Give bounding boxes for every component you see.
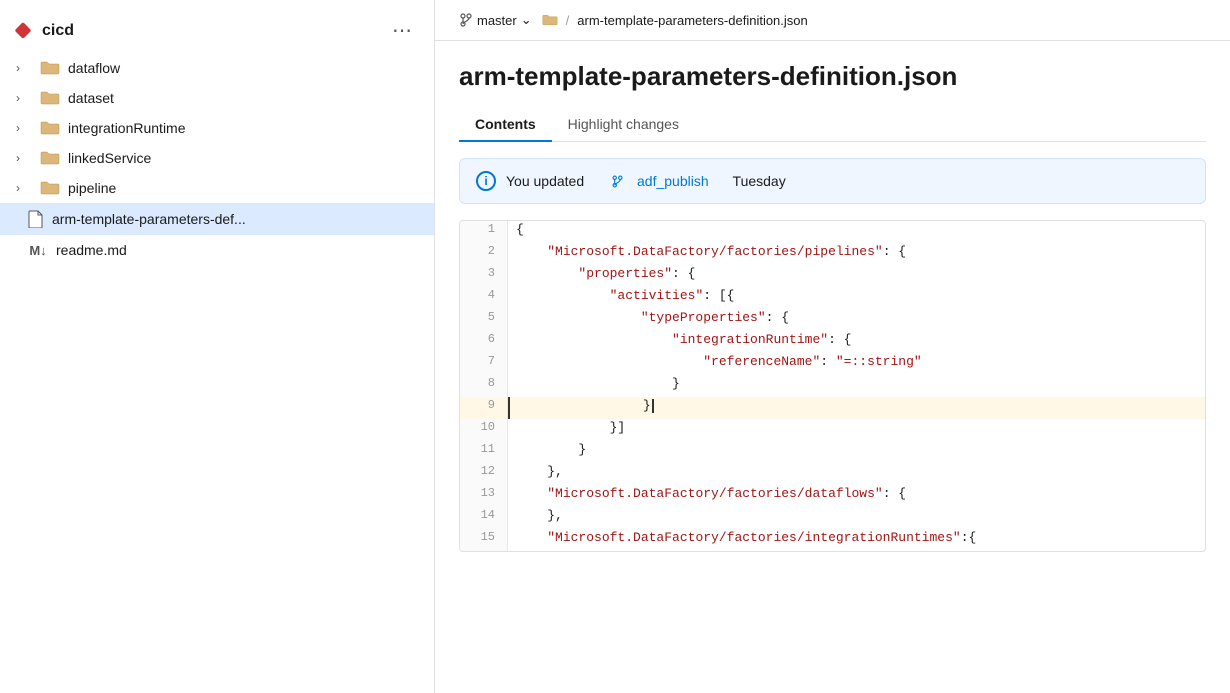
readme-label: readme.md — [56, 242, 127, 258]
branch-selector-button[interactable]: master ⌄ — [455, 10, 536, 30]
main-content: master ⌄ / arm-template-parameters-defin… — [435, 0, 1230, 693]
code-line: 9 } — [460, 397, 1205, 419]
folder-icon — [40, 150, 60, 166]
info-banner: i You updated adf_publish Tuesday — [459, 158, 1206, 204]
branch-icon — [459, 13, 473, 27]
sidebar-item-integrationRuntime[interactable]: › integrationRuntime — [0, 113, 434, 143]
top-bar: master ⌄ / arm-template-parameters-defin… — [435, 0, 1230, 41]
code-viewer: 1{2 "Microsoft.DataFactory/factories/pip… — [459, 220, 1206, 552]
folder-icon — [40, 60, 60, 76]
folder-label-dataflow: dataflow — [68, 60, 120, 76]
sidebar-item-active-file[interactable]: arm-template-parameters-def... — [0, 203, 434, 235]
line-number: 7 — [460, 353, 508, 375]
line-number: 13 — [460, 485, 508, 507]
content-area: arm-template-parameters-definition.json … — [435, 41, 1230, 693]
sidebar: cicd ⋯ › dataflow › dataset › integratio… — [0, 0, 435, 693]
line-content: }] — [508, 419, 1205, 441]
code-line: 14 }, — [460, 507, 1205, 529]
folder-label-integrationRuntime: integrationRuntime — [68, 120, 186, 136]
line-number: 4 — [460, 287, 508, 309]
chevron-right-icon: › — [16, 61, 32, 75]
line-content: "Microsoft.DataFactory/factories/pipelin… — [508, 243, 1205, 265]
line-content: }, — [508, 463, 1205, 485]
line-number: 9 — [460, 397, 508, 419]
info-branch-link[interactable]: adf_publish — [637, 173, 709, 189]
branch-name: master — [477, 13, 517, 28]
line-content: "Microsoft.DataFactory/factories/integra… — [508, 529, 1205, 551]
code-line: 1{ — [460, 221, 1205, 243]
folder-label-pipeline: pipeline — [68, 180, 116, 196]
info-icon: i — [476, 171, 496, 191]
repo-title-row: cicd — [12, 20, 74, 42]
line-content: "typeProperties": { — [508, 309, 1205, 331]
line-content: }, — [508, 507, 1205, 529]
line-content: } — [508, 375, 1205, 397]
code-line: 10 }] — [460, 419, 1205, 441]
line-number: 8 — [460, 375, 508, 397]
branch-chevron: ⌄ — [521, 12, 532, 28]
sidebar-item-readme[interactable]: M↓ readme.md — [0, 235, 434, 265]
info-branch-icon — [611, 175, 624, 188]
sidebar-header: cicd ⋯ — [0, 8, 434, 53]
folder-label-linkedService: linkedService — [68, 150, 151, 166]
repo-name: cicd — [42, 22, 74, 40]
line-number: 14 — [460, 507, 508, 529]
line-content: "Microsoft.DataFactory/factories/dataflo… — [508, 485, 1205, 507]
info-text-suffix: Tuesday — [733, 173, 786, 189]
line-number: 11 — [460, 441, 508, 463]
folder-icon — [40, 120, 60, 136]
line-number: 5 — [460, 309, 508, 331]
active-file-label: arm-template-parameters-def... — [52, 211, 246, 227]
line-content: } — [508, 397, 1205, 419]
line-number: 3 — [460, 265, 508, 287]
breadcrumb-folder-icon — [542, 13, 558, 27]
code-line: 11 } — [460, 441, 1205, 463]
code-line: 13 "Microsoft.DataFactory/factories/data… — [460, 485, 1205, 507]
line-number: 10 — [460, 419, 508, 441]
line-number: 15 — [460, 529, 508, 551]
file-icon — [28, 210, 44, 228]
markdown-icon: M↓ — [28, 243, 48, 258]
code-line: 12 }, — [460, 463, 1205, 485]
line-content: { — [508, 221, 1205, 243]
line-content: "integrationRuntime": { — [508, 331, 1205, 353]
sidebar-item-dataflow[interactable]: › dataflow — [0, 53, 434, 83]
line-content: "activities": [{ — [508, 287, 1205, 309]
sidebar-item-linkedService[interactable]: › linkedService — [0, 143, 434, 173]
folder-list: › dataflow › dataset › integrationRuntim… — [0, 53, 434, 203]
info-text-prefix: You updated — [506, 173, 584, 189]
chevron-right-icon: › — [16, 121, 32, 135]
code-line: 8 } — [460, 375, 1205, 397]
line-content: "properties": { — [508, 265, 1205, 287]
line-content: "referenceName": "=::string" — [508, 353, 1205, 375]
repo-icon — [12, 20, 34, 42]
folder-label-dataset: dataset — [68, 90, 114, 106]
chevron-right-icon: › — [16, 151, 32, 165]
line-number: 1 — [460, 221, 508, 243]
line-number: 12 — [460, 463, 508, 485]
code-line: 3 "properties": { — [460, 265, 1205, 287]
tab-contents[interactable]: Contents — [459, 108, 552, 142]
folder-icon — [40, 180, 60, 196]
folder-icon — [40, 90, 60, 106]
tabs-bar: Contents Highlight changes — [459, 108, 1206, 142]
code-line: 5 "typeProperties": { — [460, 309, 1205, 331]
sidebar-item-dataset[interactable]: › dataset — [0, 83, 434, 113]
line-number: 2 — [460, 243, 508, 265]
tab-highlight-changes[interactable]: Highlight changes — [552, 108, 695, 142]
sidebar-item-pipeline[interactable]: › pipeline — [0, 173, 434, 203]
code-line: 6 "integrationRuntime": { — [460, 331, 1205, 353]
breadcrumb-separator: / — [566, 13, 570, 28]
chevron-right-icon: › — [16, 181, 32, 195]
code-line: 2 "Microsoft.DataFactory/factories/pipel… — [460, 243, 1205, 265]
line-number: 6 — [460, 331, 508, 353]
code-line: 7 "referenceName": "=::string" — [460, 353, 1205, 375]
file-title: arm-template-parameters-definition.json — [459, 61, 1206, 92]
chevron-right-icon: › — [16, 91, 32, 105]
breadcrumb-file-name: arm-template-parameters-definition.json — [577, 13, 807, 28]
line-content: } — [508, 441, 1205, 463]
code-line: 4 "activities": [{ — [460, 287, 1205, 309]
code-line: 15 "Microsoft.DataFactory/factories/inte… — [460, 529, 1205, 551]
sidebar-menu-button[interactable]: ⋯ — [386, 16, 418, 45]
